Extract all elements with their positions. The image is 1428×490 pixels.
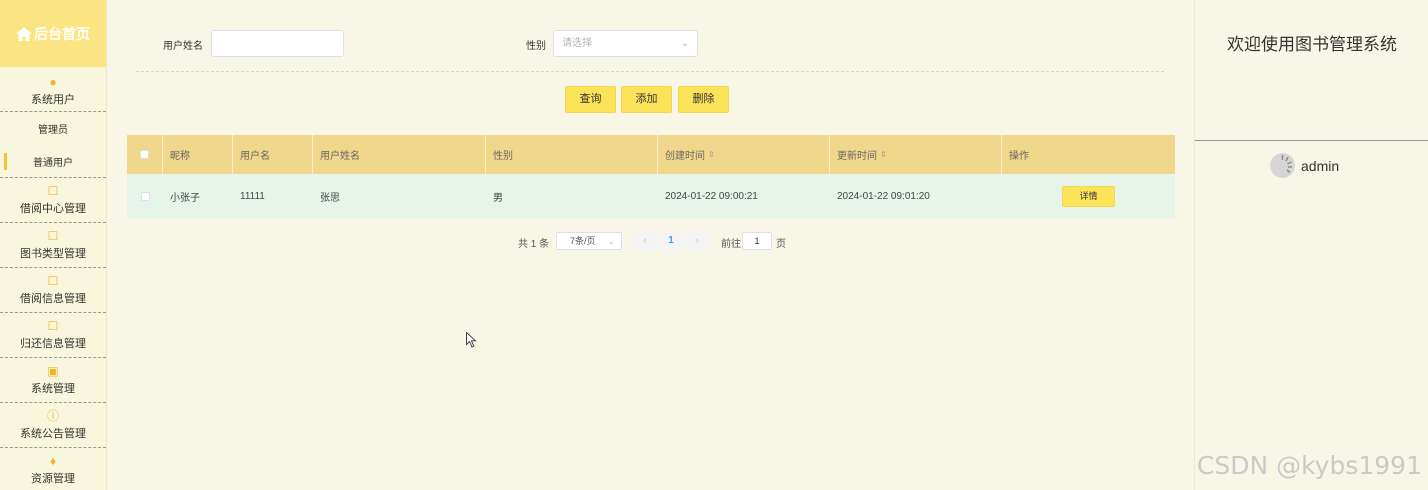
cell-created: 2024-01-22 09:00:21: [665, 191, 758, 202]
sidebar-item-label: 资源管理: [31, 473, 75, 485]
sort-icon: ⇕: [708, 150, 715, 159]
user-icon: ●: [49, 74, 57, 89]
right-panel: 欢迎使用图书管理系统 admin: [1194, 0, 1428, 490]
sidebar-item-label: 归还信息管理: [20, 337, 86, 350]
pagination: 共 1 条 7条/页 ⌄ ‹ 1 › 前往 1 页: [108, 232, 1194, 250]
sidebar-subitem-label: 普通用户: [33, 157, 73, 169]
row-checkbox[interactable]: [140, 192, 150, 201]
sort-updated[interactable]: 更新时间 ⇕: [830, 135, 1002, 174]
sidebar-item-label: 图书类型管理: [20, 247, 86, 260]
users-table: 昵称 用户名 用户姓名 性别 创建时间 ⇕ 更新时间 ⇕ 操作 小张子 11111 …: [127, 135, 1175, 219]
home-icon: [16, 26, 32, 41]
location-icon: ♦: [49, 454, 57, 468]
column-header: 性别: [493, 151, 513, 162]
sidebar-item-label: 系统用户: [31, 93, 75, 106]
watermark: CSDN @kybs1991: [1196, 451, 1422, 480]
gender-select[interactable]: 请选择 ⌄: [553, 30, 698, 57]
info-icon: ⓘ: [46, 408, 59, 423]
home-link[interactable]: 后台首页: [0, 0, 106, 67]
loading-avatar-icon: [1270, 153, 1295, 178]
avatar: [1270, 153, 1295, 178]
name-label: 用户姓名: [163, 41, 203, 52]
sidebar-item-borrow-info[interactable]: ☐ 借阅信息管理: [0, 268, 106, 313]
cell-realname: 张思: [320, 193, 340, 204]
table-row: 小张子 11111 张思 男 2024-01-22 09:00:21 2024-…: [127, 174, 1175, 219]
search-form: 用户姓名 性别 请选择 ⌄: [108, 30, 1194, 57]
column-header: 昵称: [170, 151, 190, 162]
column-header: 用户姓名: [320, 151, 360, 162]
edit-icon: ☐: [47, 228, 59, 243]
goto-label: 前往: [721, 239, 741, 250]
select-all-checkbox[interactable]: [140, 150, 149, 159]
sidebar-item-resources[interactable]: ♦ 资源管理: [0, 448, 106, 490]
page-size-value: 7条/页: [570, 236, 596, 246]
edit-icon: ☐: [47, 318, 59, 333]
column-header: 更新时间: [837, 151, 877, 162]
goto-page-input[interactable]: 1: [742, 232, 772, 250]
image-icon: ▣: [47, 363, 59, 378]
page-unit-label: 页: [776, 239, 786, 250]
chevron-down-icon: ⌄: [680, 38, 689, 49]
cell-nickname: 小张子: [170, 193, 200, 204]
brand-label: 后台首页: [34, 25, 90, 42]
prev-page-button[interactable]: ‹: [633, 232, 657, 250]
sidebar-subitem-label: 管理员: [38, 125, 68, 136]
cell-updated: 2024-01-22 09:01:20: [837, 191, 930, 202]
sort-icon: ⇕: [880, 150, 887, 159]
cell-gender: 男: [493, 193, 503, 204]
chevron-down-icon: ⌄: [607, 236, 615, 246]
total-count: 共 1 条: [518, 239, 550, 250]
page-number[interactable]: 1: [659, 232, 683, 250]
main-content: 用户姓名 性别 请选择 ⌄ 查询 添加 删除 昵称 用户名 用户姓名 性别 创建…: [108, 0, 1194, 490]
sidebar-item-label: 系统公告管理: [20, 427, 86, 440]
page-size-select[interactable]: 7条/页 ⌄: [556, 232, 622, 250]
cell-username: 11111: [240, 191, 265, 202]
name-input[interactable]: [211, 30, 344, 57]
sidebar-item-label: 借阅信息管理: [20, 292, 86, 305]
gender-placeholder: 请选择: [562, 38, 592, 49]
sidebar-item-book-types[interactable]: ☐ 图书类型管理: [0, 223, 106, 268]
sidebar-subitem-normal-users[interactable]: 普通用户: [0, 145, 106, 178]
sidebar-item-label: 借阅中心管理: [20, 202, 86, 215]
edit-icon: ☐: [47, 183, 59, 198]
sidebar: 后台首页 ● 系统用户 管理员 普通用户 ☐ 借阅中心管理 ☐ 图书类型管理 ☐…: [0, 0, 107, 490]
sidebar-item-label: 系统管理: [31, 382, 75, 395]
add-button[interactable]: 添加: [621, 86, 672, 113]
column-header: 用户名: [240, 151, 270, 162]
sidebar-item-return-info[interactable]: ☐ 归还信息管理: [0, 313, 106, 358]
welcome-title: 欢迎使用图书管理系统: [1227, 35, 1397, 54]
sidebar-item-announcements[interactable]: ⓘ 系统公告管理: [0, 403, 106, 448]
edit-icon: ☐: [47, 273, 59, 288]
sidebar-item-system-users[interactable]: ● 系统用户: [0, 67, 106, 112]
user-info[interactable]: admin: [1270, 153, 1339, 178]
query-button[interactable]: 查询: [565, 86, 616, 113]
column-header: 创建时间: [665, 151, 705, 162]
sidebar-subitem-admin[interactable]: 管理员: [0, 112, 106, 145]
sidebar-item-borrow-center[interactable]: ☐ 借阅中心管理: [0, 178, 106, 223]
table-header: 昵称 用户名 用户姓名 性别 创建时间 ⇕ 更新时间 ⇕ 操作: [127, 135, 1175, 174]
sidebar-item-system-manage[interactable]: ▣ 系统管理: [0, 358, 106, 403]
next-page-button[interactable]: ›: [685, 232, 709, 250]
column-header: 操作: [1009, 151, 1029, 162]
username: admin: [1301, 157, 1340, 174]
sort-created[interactable]: 创建时间 ⇕: [658, 135, 830, 174]
divider: [136, 71, 1164, 72]
divider: [1195, 140, 1428, 141]
detail-button[interactable]: 详情: [1062, 186, 1115, 207]
gender-label: 性别: [526, 41, 546, 52]
delete-button[interactable]: 删除: [678, 86, 729, 113]
mouse-cursor-icon: [466, 332, 477, 348]
